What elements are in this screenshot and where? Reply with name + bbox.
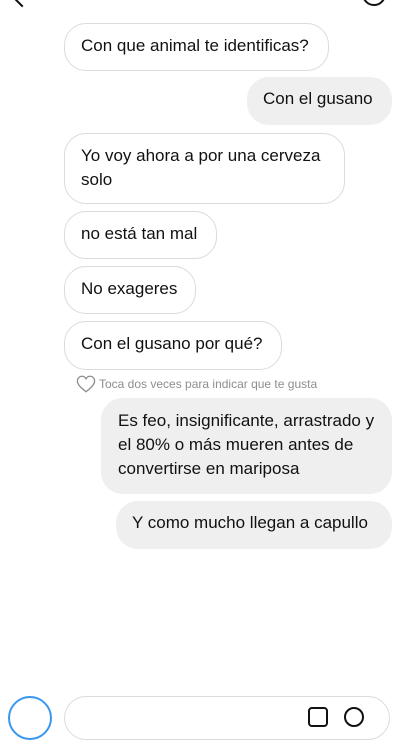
message-incoming-5[interactable]: Con el gusano por qué? xyxy=(64,321,282,370)
chat-header xyxy=(0,0,400,8)
message-text: Con que animal te identificas? xyxy=(81,36,309,55)
message-incoming-4[interactable]: No exageres xyxy=(64,266,196,314)
message-text: Es feo, insignificante, arrastrado y el … xyxy=(118,411,375,478)
message-composer xyxy=(0,690,400,740)
back-chevron-icon[interactable] xyxy=(10,0,34,8)
message-incoming-2[interactable]: Yo voy ahora a por una cerveza solo xyxy=(64,133,345,204)
camera-icon[interactable] xyxy=(8,696,52,740)
message-outgoing-1[interactable]: Con el gusano xyxy=(247,77,392,125)
like-hint-text: Toca dos veces para indicar que te gusta xyxy=(99,377,318,391)
message-input[interactable] xyxy=(64,696,390,740)
sticker-icon[interactable] xyxy=(344,707,364,727)
message-text: no está tan mal xyxy=(81,224,198,243)
message-text: Y como mucho llegan a capullo xyxy=(132,513,368,532)
message-text: Con el gusano xyxy=(263,89,373,108)
info-icon[interactable] xyxy=(362,0,386,6)
message-incoming-3[interactable]: no está tan mal xyxy=(64,211,217,259)
double-tap-like-hint: Toca dos veces para indicar que te gusta xyxy=(76,375,317,393)
message-text: Yo voy ahora a por una cerveza solo xyxy=(81,146,321,189)
heart-outline-icon[interactable] xyxy=(76,375,96,393)
message-incoming-1[interactable]: Con que animal te identificas? xyxy=(64,23,329,71)
gallery-icon[interactable] xyxy=(308,707,328,727)
message-outgoing-2[interactable]: Es feo, insignificante, arrastrado y el … xyxy=(101,398,392,494)
message-text: Con el gusano por qué? xyxy=(81,334,263,353)
message-text: No exageres xyxy=(81,279,178,298)
message-outgoing-3[interactable]: Y como mucho llegan a capullo xyxy=(116,501,392,549)
